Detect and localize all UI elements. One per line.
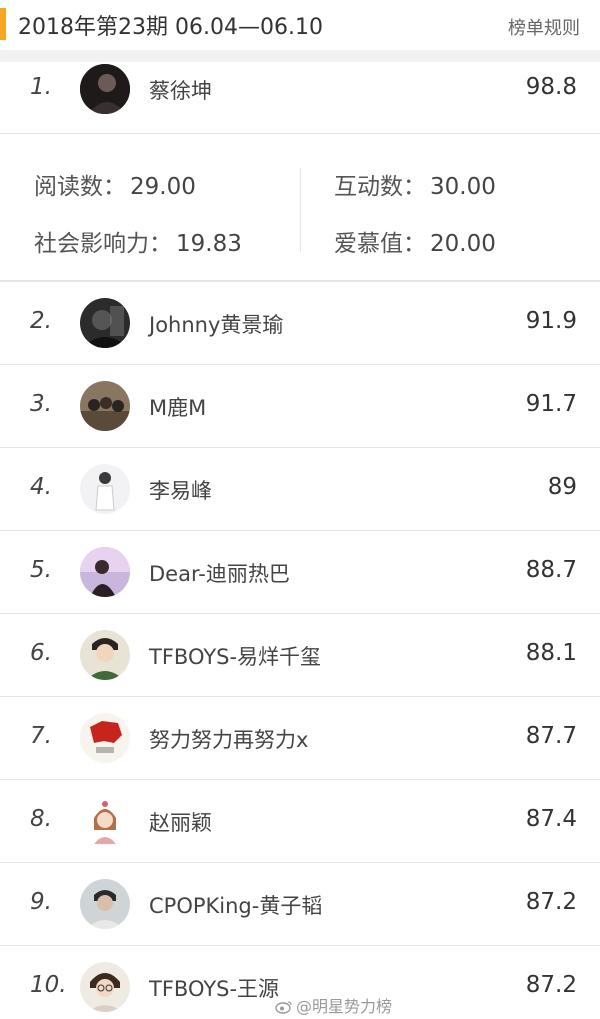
love-stat: 爱慕值： 20.00 [334, 224, 496, 258]
score-value: 88.1 [525, 640, 577, 666]
love-label: 爱慕值： [334, 231, 426, 257]
ranking-row-9[interactable]: 9. CPOPKing-黄子韬 87.2 [0, 862, 600, 945]
avatar [80, 879, 130, 929]
love-value: 20.00 [430, 231, 496, 257]
star-name: 努力努力再努力x [149, 728, 309, 752]
score-value: 98.8 [525, 74, 577, 100]
score-breakdown-panel: 阅读数： 29.00 互动数： 30.00 社会影响力： 19.83 爱慕值： 20.0… [0, 133, 600, 281]
rules-link[interactable]: 榜单规则 [508, 14, 580, 40]
watermark-text: @明星势力榜 [296, 997, 393, 1016]
avatar [80, 381, 130, 431]
avatar [80, 962, 130, 1012]
star-name: TFBOYS-王源 [149, 977, 280, 1001]
score-value: 87.7 [525, 723, 577, 749]
influence-stat: 社会影响力： 19.83 [34, 224, 242, 258]
avatar [80, 298, 130, 348]
rank-number: 9. [30, 889, 52, 915]
rank-number: 10. [30, 972, 67, 998]
star-name: Dear-迪丽热巴 [149, 562, 290, 586]
star-name: TFBOYS-易烊千玺 [149, 645, 322, 669]
interaction-value: 30.00 [430, 174, 496, 200]
interaction-label: 互动数： [334, 174, 426, 200]
score-value: 88.7 [525, 557, 577, 583]
star-name: CPOPKing-黄子韬 [149, 894, 323, 918]
ranking-row-2[interactable]: 2. Johnny黄景瑜 91.9 [0, 281, 600, 364]
list-header: 2018年第23期 06.04—06.10 榜单规则 [0, 0, 600, 50]
star-name: 蔡徐坤 [149, 79, 212, 103]
rank-number: 6. [30, 640, 52, 666]
watermark: @明星势力榜 [275, 993, 392, 1017]
star-name: 赵丽颖 [149, 811, 212, 835]
rank-number: 4. [30, 474, 52, 500]
star-name: Johnny黄景瑜 [149, 313, 284, 337]
avatar [80, 64, 130, 114]
avatar [80, 547, 130, 597]
score-value: 91.7 [525, 391, 577, 417]
ranking-row-7[interactable]: 7. 努力努力再努力x 87.7 [0, 696, 600, 779]
score-value: 89 [547, 474, 577, 500]
ranking-row-5[interactable]: 5. Dear-迪丽热巴 88.7 [0, 530, 600, 613]
influence-value: 19.83 [176, 231, 242, 257]
avatar [80, 796, 130, 846]
avatar [80, 713, 130, 763]
star-name: 李易峰 [149, 479, 212, 503]
score-value: 87.2 [525, 972, 577, 998]
score-value: 91.9 [525, 308, 577, 334]
ranking-row-1[interactable]: 1. 蔡徐坤 98.8 [0, 62, 600, 133]
ranking-row-3[interactable]: 3. M鹿M 91.7 [0, 364, 600, 447]
star-name: M鹿M [149, 396, 207, 420]
rank-number: 8. [30, 806, 52, 832]
period-title: 2018年第23期 06.04—06.10 [18, 15, 323, 40]
reads-value: 29.00 [130, 174, 196, 200]
rank-number: 7. [30, 723, 52, 749]
interaction-stat: 互动数： 30.00 [334, 167, 496, 201]
panel-divider [300, 168, 301, 252]
rank-number: 3. [30, 391, 52, 417]
reads-stat: 阅读数： 29.00 [34, 167, 196, 201]
avatar [80, 630, 130, 680]
score-value: 87.2 [525, 889, 577, 915]
rank-number: 5. [30, 557, 52, 583]
score-value: 87.4 [525, 806, 577, 832]
reads-label: 阅读数： [34, 174, 126, 200]
rank-number: 2. [30, 308, 52, 334]
rank-number: 1. [30, 74, 52, 100]
weibo-logo-icon [275, 999, 293, 1014]
ranking-row-4[interactable]: 4. 李易峰 89 [0, 447, 600, 530]
avatar [80, 464, 130, 514]
influence-label: 社会影响力： [34, 231, 172, 257]
ranking-row-8[interactable]: 8. 赵丽颖 87.4 [0, 779, 600, 862]
header-accent-bar [0, 8, 6, 40]
ranking-row-6[interactable]: 6. TFBOYS-易烊千玺 88.1 [0, 613, 600, 696]
header-separator [0, 50, 600, 62]
